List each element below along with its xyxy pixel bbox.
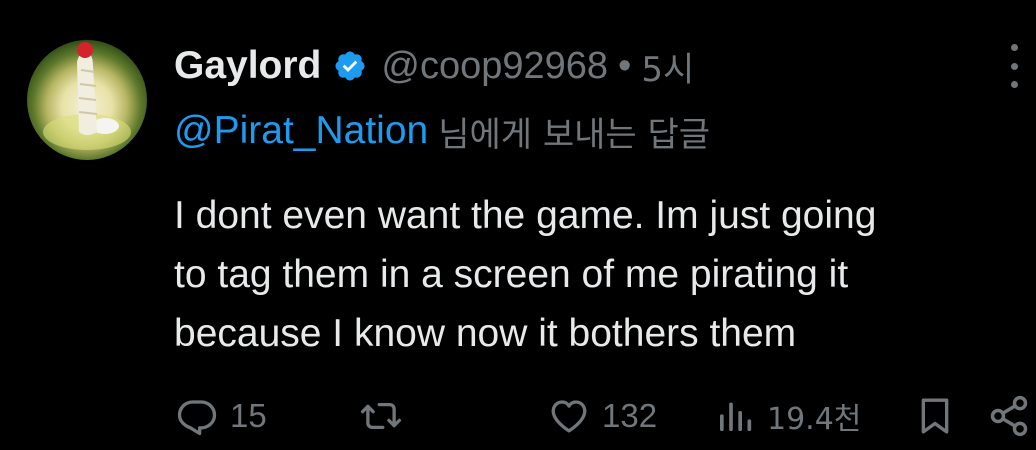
reply-icon <box>176 395 218 437</box>
reply-context: @Pirat_Nation 님에게 보내는 답글 <box>174 106 710 156</box>
reply-count: 15 <box>230 397 267 434</box>
share-button[interactable] <box>986 390 1032 442</box>
retweet-icon <box>358 395 404 437</box>
tweet-text-line: to tag them in a screen of me pirating i… <box>174 253 849 296</box>
tweet-time[interactable]: 5시 <box>641 42 694 91</box>
tweet-text-line: because I know now it bothers them <box>174 312 797 355</box>
author-display-name[interactable]: Gaylord <box>174 44 321 88</box>
more-dots-icon[interactable] <box>1004 44 1024 88</box>
views-button[interactable]: 19.4천 <box>715 390 861 442</box>
views-count: 19.4천 <box>767 402 862 437</box>
avatar-image <box>43 42 131 150</box>
bookmark-button[interactable] <box>915 390 955 442</box>
author-handle[interactable]: @coop92968 <box>381 45 608 88</box>
share-icon <box>986 394 1032 438</box>
reply-button[interactable]: 15 <box>176 390 267 442</box>
views-icon <box>715 395 755 437</box>
bookmark-icon <box>915 394 955 438</box>
separator-dot: • <box>618 44 632 87</box>
tweet[interactable]: Gaylord @coop92968 • 5시 @Pirat_Nation 님에… <box>0 0 1036 450</box>
author-row: Gaylord @coop92968 • 5시 <box>174 42 694 90</box>
like-button[interactable]: 132 <box>548 390 657 442</box>
action-bar: 15 132 19.4천 <box>0 390 1036 442</box>
heart-icon <box>548 395 590 437</box>
like-count: 132 <box>602 397 658 434</box>
reply-context-text: 님에게 보내는 답글 <box>438 114 711 155</box>
reply-mention-link[interactable]: @Pirat_Nation <box>174 109 428 153</box>
retweet-button[interactable] <box>358 390 416 442</box>
avatar[interactable] <box>27 40 147 160</box>
tweet-text: I dont even want the game. Im just going… <box>174 186 1024 363</box>
tweet-text-line: I dont even want the game. Im just going <box>174 194 877 237</box>
verified-badge-icon[interactable] <box>333 49 367 83</box>
